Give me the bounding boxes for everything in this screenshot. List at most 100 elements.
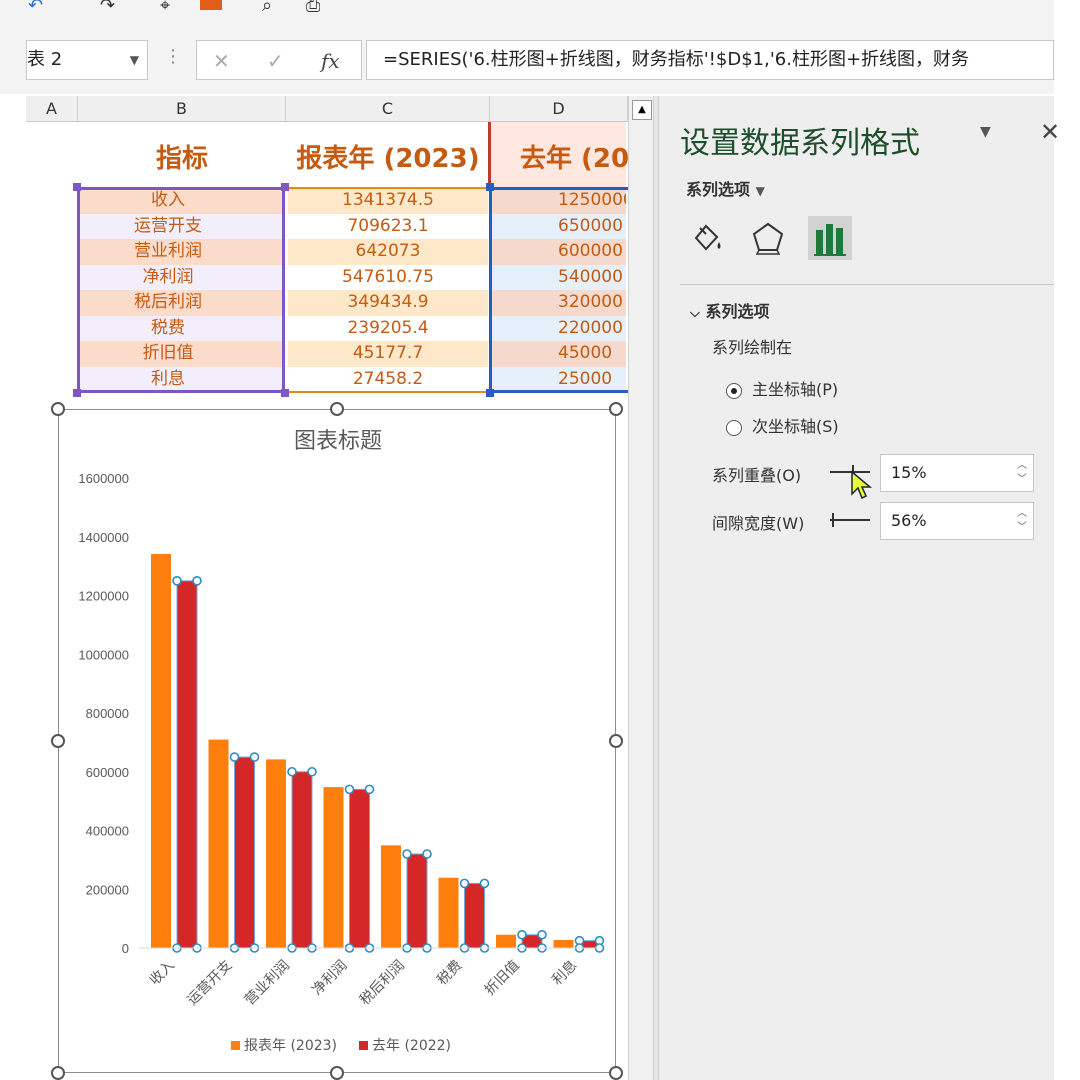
series-selection-handle[interactable] (307, 766, 317, 777)
redo-icon[interactable]: ↷ (100, 0, 115, 12)
format-painter-icon[interactable]: ⌖ (160, 0, 170, 12)
chart-resize-handle[interactable] (330, 1066, 344, 1080)
selection-handle[interactable] (73, 389, 81, 397)
series-selection-handle[interactable] (192, 576, 202, 586)
cell-current-value[interactable]: 642073 (288, 239, 488, 264)
bar-previous-year[interactable] (464, 882, 485, 949)
series-options-section[interactable]: ⌵ 系列选项 (690, 298, 769, 322)
column-header-b[interactable]: B (78, 96, 286, 122)
chart-resize-handle[interactable] (51, 734, 65, 748)
series-options-dropdown[interactable]: 系列选项 ▼ (686, 176, 765, 200)
bar-previous-year[interactable] (349, 788, 370, 949)
cell-previous-value[interactable]: 650000 (492, 214, 626, 239)
series-selection-handle[interactable] (344, 784, 355, 795)
cell-current-value[interactable]: 27458.2 (288, 367, 488, 392)
cell-previous-value[interactable]: 25000 (492, 367, 626, 392)
gap-width-input[interactable]: 56% ︿ ﹀ (880, 502, 1034, 540)
cell-metric-name[interactable]: 税费 (80, 316, 256, 341)
secondary-axis-radio[interactable] (726, 419, 742, 436)
series-selection-handle[interactable] (172, 576, 182, 586)
column-header-c[interactable]: C (286, 96, 490, 122)
confirm-icon[interactable]: ✓ (267, 49, 284, 73)
cell-current-value[interactable]: 45177.7 (288, 341, 488, 366)
chart-resize-handle[interactable] (51, 402, 65, 416)
cell-metric-name[interactable]: 折旧值 (80, 341, 256, 366)
print-preview-icon[interactable]: ⌕ (262, 0, 272, 12)
series-selection-handle[interactable] (364, 784, 375, 795)
bar-current-year[interactable] (381, 845, 401, 948)
cell-current-value[interactable]: 239205.4 (288, 316, 488, 341)
cell-previous-value[interactable]: 1250000 (492, 188, 626, 213)
bar-current-year[interactable] (553, 939, 574, 948)
cell-previous-value[interactable]: 540000 (492, 265, 626, 290)
legend-entry[interactable]: 去年 (2022) (372, 1038, 451, 1054)
cell-metric-name[interactable]: 净利润 (80, 265, 256, 290)
selection-handle[interactable] (73, 183, 81, 191)
series-selection-handle[interactable] (287, 766, 297, 777)
series-selection-handle[interactable] (517, 929, 527, 940)
cell-current-value[interactable]: 547610.75 (288, 265, 488, 290)
chevron-down-icon[interactable]: ▼ (130, 41, 139, 79)
cell-previous-value[interactable]: 320000 (492, 290, 626, 315)
chart-resize-handle[interactable] (609, 1066, 623, 1080)
cell-previous-value[interactable]: 600000 (492, 239, 626, 264)
cell-metric-name[interactable]: 收入 (80, 188, 256, 213)
series-selection-handle[interactable] (249, 752, 260, 762)
bar-previous-year[interactable] (406, 853, 428, 949)
selection-handle[interactable] (486, 389, 494, 397)
cell-current-value[interactable]: 709623.1 (288, 214, 488, 239)
column-header-d[interactable]: D (490, 96, 628, 122)
selection-handle[interactable] (281, 389, 289, 397)
series-selection-handle[interactable] (479, 878, 490, 889)
chart-resize-handle[interactable] (51, 1066, 65, 1080)
gap-width-slider[interactable] (830, 519, 870, 521)
series-selection-handle[interactable] (402, 849, 412, 859)
bar-previous-year[interactable] (291, 771, 313, 949)
cell-current-value[interactable]: 349434.9 (288, 290, 488, 315)
cell-current-value[interactable]: 1341374.5 (288, 188, 488, 213)
bar-chart[interactable]: 图表标题 0 200000 400000 600000 800000 1000000 120… (59, 410, 617, 1074)
spin-up-icon[interactable]: ︿ (1017, 509, 1027, 519)
cell-metric-name[interactable]: 税后利润 (80, 290, 256, 315)
series-selection-handle[interactable] (459, 878, 470, 889)
series-selection-handle[interactable] (537, 929, 547, 940)
chart-resize-handle[interactable] (330, 402, 344, 416)
cell-metric-name[interactable]: 运营开支 (80, 214, 256, 239)
chart-resize-handle[interactable] (609, 402, 623, 416)
pane-options-chevron-icon[interactable]: ▼ (980, 124, 991, 140)
primary-axis-radio[interactable] (726, 382, 742, 399)
scroll-up-icon[interactable]: ▲ (632, 100, 652, 120)
spin-down-icon[interactable]: ﹀ (1017, 523, 1027, 533)
bar-current-year[interactable] (496, 934, 516, 948)
table-header-current[interactable]: 报表年 (2023) (286, 138, 490, 180)
column-header-a[interactable]: A (26, 96, 78, 122)
name-box[interactable]: 表 2 ▼ (26, 40, 148, 80)
secondary-axis-option[interactable]: 次坐标轴(S) (726, 415, 839, 439)
spin-up-icon[interactable]: ︿ (1017, 461, 1027, 471)
selection-handle[interactable] (281, 183, 289, 191)
insert-function-icon[interactable]: fx (321, 49, 340, 73)
chart-resize-handle[interactable] (609, 734, 623, 748)
chart-area[interactable]: 图表标题 0 200000 400000 600000 800000 1000000 120… (58, 409, 616, 1073)
cancel-icon[interactable]: ✕ (213, 49, 230, 73)
undo-icon[interactable]: ↶ (28, 0, 43, 12)
bar-current-year[interactable] (323, 787, 344, 948)
bar-previous-year[interactable] (176, 580, 198, 949)
formula-input[interactable]: =SERIES('6.柱形图+折线图，财务指标'!$D$1,'6.柱形图+折线图… (366, 40, 1054, 80)
table-header-metric[interactable]: 指标 (80, 138, 284, 180)
series-selection-handle[interactable] (229, 752, 240, 762)
legend-entry[interactable]: 报表年 (2023) (244, 1038, 337, 1054)
tab-fill-line[interactable] (684, 216, 728, 260)
tab-series-options[interactable] (808, 216, 852, 260)
vertical-scrollbar[interactable] (628, 96, 654, 1080)
tab-effects[interactable] (746, 216, 790, 260)
series-selection-handle[interactable] (422, 849, 432, 859)
series-overlap-input[interactable]: 15% ︿ ﹀ (880, 454, 1034, 492)
bar-current-year[interactable] (266, 759, 286, 948)
close-icon[interactable]: ✕ (1040, 118, 1060, 146)
cell-previous-value[interactable]: 45000 (492, 341, 626, 366)
bar-current-year[interactable] (438, 877, 459, 948)
cell-metric-name[interactable]: 利息 (80, 367, 256, 392)
cell-metric-name[interactable]: 营业利润 (80, 239, 256, 264)
fill-color-icon[interactable] (200, 0, 222, 10)
